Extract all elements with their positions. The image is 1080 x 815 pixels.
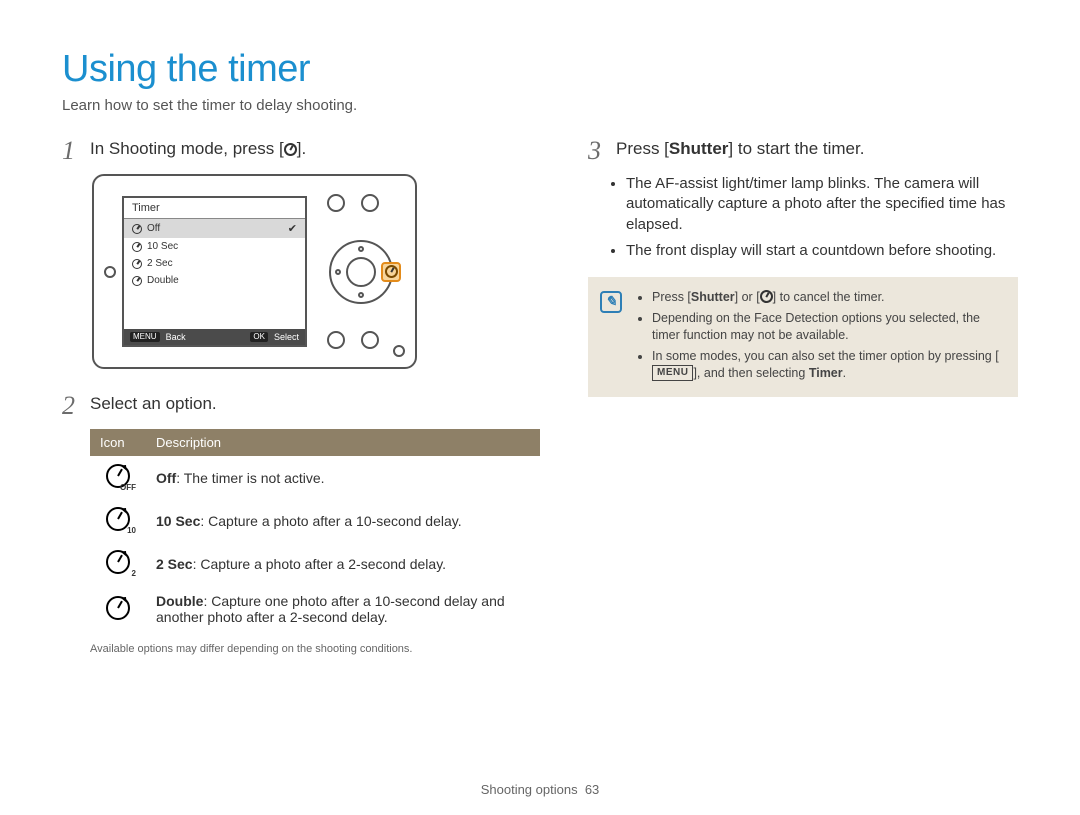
camera-button	[361, 194, 379, 212]
camera-button	[327, 194, 345, 212]
camera-button	[361, 331, 379, 349]
list-item: In some modes, you can also set the time…	[652, 348, 1004, 382]
list-item: The front display will start a countdown…	[626, 241, 1018, 261]
step-1: 1 In Shooting mode, press [].	[62, 138, 540, 164]
step-3: 3 Press [Shutter] to start the timer.	[588, 138, 1018, 164]
note-box: ✎ Press [Shutter] or [] to cancel the ti…	[588, 277, 1018, 397]
menu-row-10sec[interactable]: 10 Sec	[124, 238, 305, 255]
step-2: 2 Select an option.	[62, 393, 540, 419]
timer-icon	[284, 143, 297, 156]
menu-title: Timer	[124, 198, 305, 219]
timer-off-icon: OFF	[106, 464, 130, 488]
menu-footer: MENU Back OK Select	[124, 329, 305, 345]
step-2-text: Select an option.	[90, 393, 217, 415]
right-column: 3 Press [Shutter] to start the timer. Th…	[588, 138, 1018, 655]
step-3-text: Press [Shutter] to start the timer.	[616, 138, 864, 160]
timer-2-icon: 2	[106, 550, 130, 574]
camera-button	[327, 331, 345, 349]
timer-10-icon: 10	[106, 507, 130, 531]
page-title: Using the timer	[62, 48, 1018, 91]
check-icon: ✔	[288, 222, 297, 235]
table-row: OFF Off: The timer is not active.	[90, 456, 540, 499]
page-subtitle: Learn how to set the timer to delay shoo…	[62, 97, 1018, 114]
menu-row-2sec[interactable]: 2 Sec	[124, 255, 305, 272]
step-number: 1	[62, 138, 80, 164]
step-3-bullets: The AF-assist light/timer lamp blinks. T…	[588, 174, 1018, 261]
step-1-text: In Shooting mode, press [].	[90, 138, 306, 160]
timer-double-icon	[106, 596, 130, 620]
camera-illustration: Timer Off✔ 10 Sec 2 Sec Double MENU Back…	[92, 174, 540, 369]
ok-badge-icon: OK	[250, 332, 268, 342]
list-item: Depending on the Face Detection options …	[652, 310, 1004, 344]
col-description: Description	[146, 429, 540, 456]
menu-badge-icon: MENU	[652, 365, 693, 381]
camera-screen: Timer Off✔ 10 Sec 2 Sec Double MENU Back…	[122, 196, 307, 347]
options-table: Icon Description OFF Off: The timer is n…	[90, 429, 540, 633]
col-icon: Icon	[90, 429, 146, 456]
timer-button-highlight	[381, 262, 401, 282]
menu-row-off[interactable]: Off✔	[124, 219, 305, 238]
table-footnote: Available options may differ depending o…	[90, 643, 540, 655]
table-row: 2 2 Sec: Capture a photo after a 2-secon…	[90, 542, 540, 585]
left-column: 1 In Shooting mode, press []. Timer Off✔…	[62, 138, 540, 655]
step-number: 3	[588, 138, 606, 164]
timer-icon	[760, 290, 773, 303]
note-icon: ✎	[600, 291, 622, 313]
menu-row-double[interactable]: Double	[124, 272, 305, 289]
menu-badge-icon: MENU	[130, 332, 160, 342]
list-item: Press [Shutter] or [] to cancel the time…	[652, 289, 1004, 306]
step-number: 2	[62, 393, 80, 419]
table-row: 10 10 Sec: Capture a photo after a 10-se…	[90, 499, 540, 542]
page-footer: Shooting options 63	[0, 782, 1080, 797]
list-item: The AF-assist light/timer lamp blinks. T…	[626, 174, 1018, 235]
table-row: Double: Capture one photo after a 10-sec…	[90, 585, 540, 633]
